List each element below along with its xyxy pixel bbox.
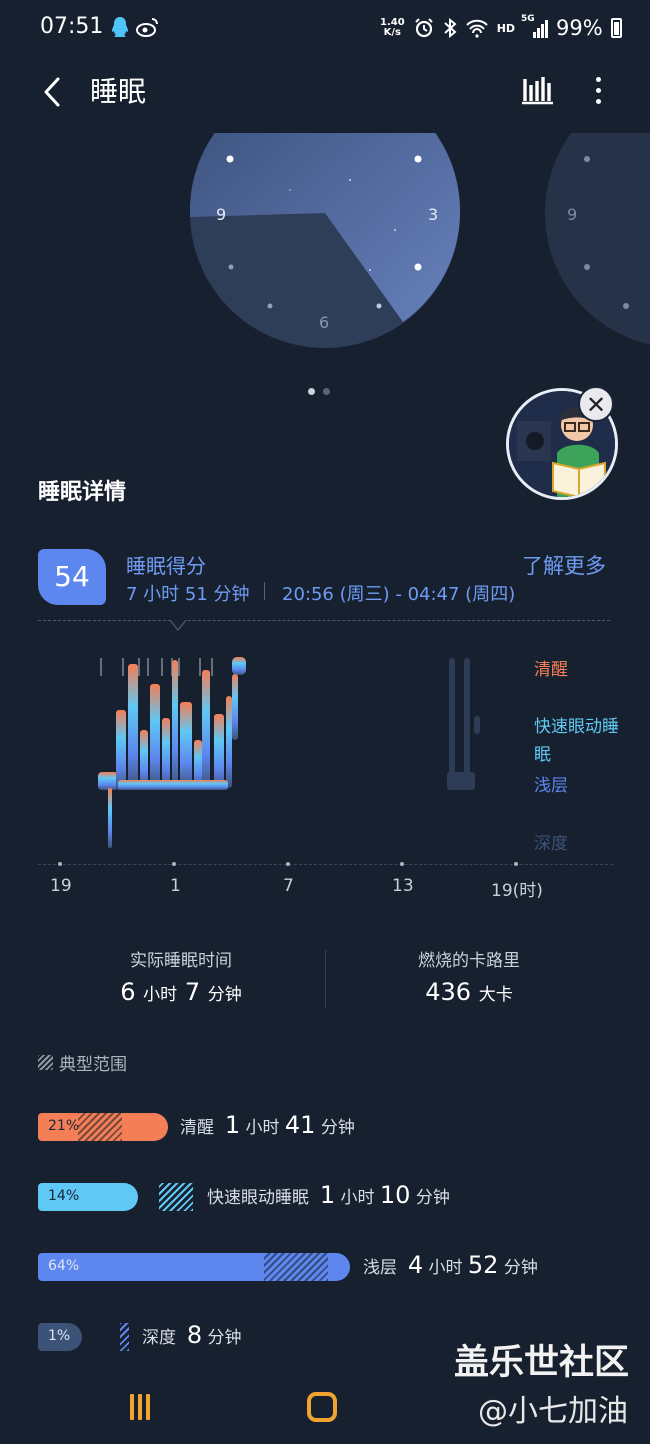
- signal-icon: 5G: [521, 14, 549, 38]
- wifi-icon: [465, 19, 488, 38]
- selection-pointer: [170, 619, 186, 629]
- stage-row-rem[interactable]: 14% 快速眼动睡眠 1 小时 10 分钟: [38, 1181, 618, 1211]
- stage-label-deep: 深度: [534, 834, 568, 854]
- dial-hour-label: 3: [428, 205, 438, 224]
- stage-row-awake[interactable]: 21% 清醒 1 小时 41 分钟: [38, 1111, 618, 1141]
- page-title: 睡眠: [90, 75, 147, 108]
- tick-mark: [286, 862, 290, 866]
- sleep-stage-hypnogram[interactable]: [38, 640, 518, 855]
- bluetooth-icon: [444, 17, 457, 39]
- tick-mark: [400, 862, 404, 866]
- chevron-left-icon: [44, 77, 60, 107]
- alarm-icon: [414, 18, 433, 38]
- learn-more-link[interactable]: 了解更多: [522, 550, 606, 580]
- tick-mark: [514, 862, 518, 866]
- recent-apps-icon: [130, 1394, 134, 1420]
- back-button[interactable]: [32, 72, 72, 112]
- tick-mark: [172, 862, 176, 866]
- home-button[interactable]: [307, 1392, 337, 1422]
- net-speed: 1.40 K/s: [380, 17, 405, 38]
- separator: [38, 620, 610, 621]
- qq-icon: [110, 16, 130, 44]
- tick-label: 19: [50, 876, 72, 896]
- page-dot: [323, 388, 330, 395]
- calories-value: 436 大卡: [425, 978, 513, 1006]
- stage-bar-light: 64%: [38, 1253, 350, 1281]
- hd-label: HD: [496, 21, 516, 35]
- previous-night-segments: [447, 658, 480, 790]
- tick-label: 1: [170, 876, 181, 896]
- stage-bar-rem: 14%: [38, 1183, 138, 1211]
- dial-hour-label: 9: [216, 205, 226, 224]
- tick-label: 13: [392, 876, 414, 896]
- calories-title: 燃烧的卡路里: [418, 951, 520, 971]
- typical-range-legend: 典型范围: [38, 1050, 127, 1075]
- battery-percent: 99%: [556, 16, 603, 40]
- battery-icon: [610, 18, 622, 38]
- stage-bar-awake: 21%: [38, 1113, 168, 1141]
- tick-label: 19(时): [491, 881, 543, 901]
- status-time: 07:51: [40, 14, 104, 39]
- close-icon: ✕: [585, 391, 607, 419]
- dial-marker: [226, 155, 234, 163]
- typical-range-hatch: [120, 1323, 129, 1351]
- status-icons: 1.40 K/s HD 5G 99%: [380, 14, 622, 42]
- weibo-icon: [136, 16, 160, 42]
- actual-sleep-title: 实际睡眠时间: [130, 951, 232, 971]
- typical-range-hatch: [159, 1183, 193, 1211]
- stats-divider: [325, 950, 326, 1008]
- close-promo-button[interactable]: ✕: [578, 386, 614, 422]
- divider: [264, 582, 265, 600]
- stage-row-light[interactable]: 64% 浅层 4 小时 52 分钟: [38, 1251, 618, 1281]
- watermark-title: 盖乐世社区: [454, 1343, 630, 1383]
- sleep-duration: 7 小时 51 分钟: [126, 584, 250, 605]
- svg-text:9: 9: [567, 205, 577, 224]
- watermark-handle: @小七加油: [478, 1394, 628, 1429]
- sleep-score-label: 睡眠得分: [126, 554, 206, 578]
- carousel-indicator: [308, 388, 330, 395]
- sleep-clock-dial[interactable]: 9 3 6: [190, 80, 460, 350]
- stage-bar-deep: 1%: [38, 1323, 82, 1351]
- tick-label: 7: [283, 876, 294, 896]
- dial-hour-label: 6: [319, 313, 329, 332]
- section-title: 睡眠详情: [38, 480, 127, 505]
- stage-label-awake: 清醒: [534, 660, 568, 680]
- actual-sleep-value: 6 小时 7 分钟: [120, 978, 242, 1006]
- tick-mark: [58, 862, 62, 866]
- stage-segments: [98, 657, 246, 848]
- page-dot-active: [308, 388, 315, 395]
- recent-apps-button[interactable]: [126, 1394, 154, 1422]
- hatch-pattern-icon: [38, 1055, 53, 1070]
- sleep-time-range: 20:56 (周三) - 04:47 (周四): [282, 584, 516, 605]
- wake-event-ticks: [100, 658, 213, 676]
- stage-label-light: 浅层: [534, 776, 568, 796]
- next-dial-preview[interactable]: 9: [545, 80, 650, 350]
- sleep-score-badge: 54: [38, 549, 106, 605]
- stage-label-rem: 快速眼动睡眠: [534, 717, 619, 765]
- time-axis: [38, 864, 613, 865]
